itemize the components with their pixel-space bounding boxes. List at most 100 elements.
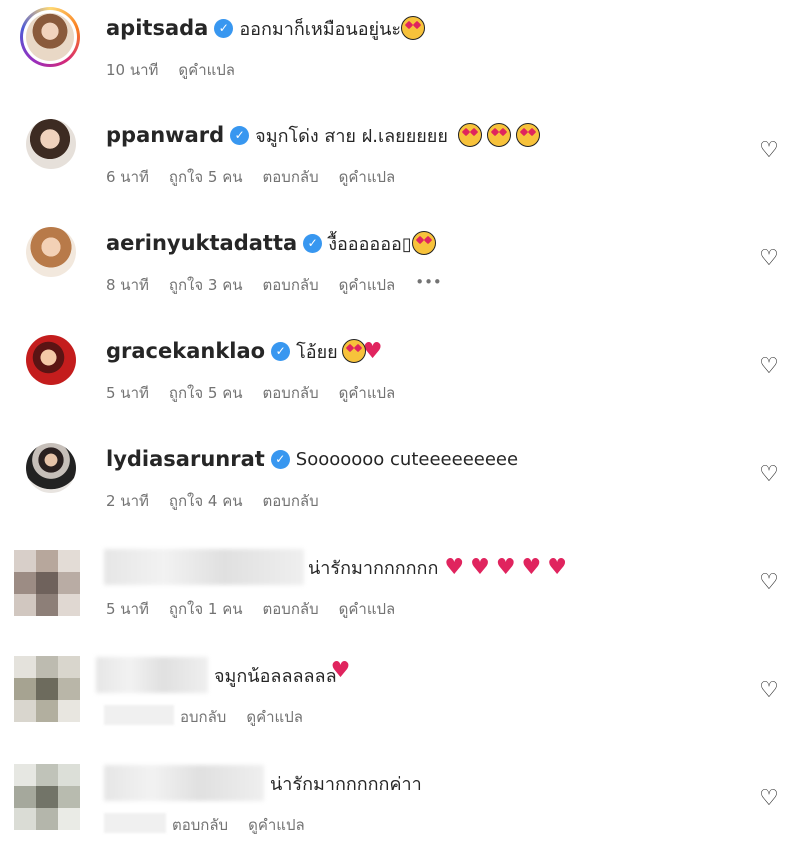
see-translation-link[interactable]: ดูคำแปล [339,165,396,189]
comment-item: apitsada ✓ ออกมาก็เหมือนอยู่นะ 10 นาที ด… [0,0,800,108]
comment-text: โอ้ยย [296,341,338,363]
avatar[interactable] [26,335,76,385]
reply-button[interactable]: ตอบกลับ [172,813,228,837]
see-translation-link[interactable]: ดูคำแปล [246,705,303,729]
verified-badge-icon: ✓ [270,449,290,469]
comment-meta: อบกลับ ดูคำแปล [180,705,303,729]
see-translation-link[interactable]: ดูคำแปล [339,381,396,405]
comment-item: น่ารักมากกกกกก ♥ ♥ ♥ ♥ ♥ 5 นาที ถูกใจ 1 … [0,539,800,647]
comment-item: gracekanklao ✓ โอ้ยย ♥ 5 นาที ถูกใจ 5 คน… [0,323,800,431]
comment-username[interactable]: lydiasarunrat [106,447,265,471]
blurred-username [104,765,264,801]
red-heart-emoji-icon: ♥ [470,554,490,580]
comment-item: ppanward ✓ จมูกโด่ง สาย ฝ.เลยยยยย 6 นาที… [0,107,800,215]
red-heart-emoji-icon: ♥ [495,554,516,580]
comment-time: 2 นาที [106,492,149,510]
red-heart-emoji-icon: ♥ [444,554,465,580]
heart-outline-icon[interactable]: ♡ [758,464,780,486]
heart-eyes-emoji-icon [341,339,366,363]
comment-username[interactable]: apitsada [106,16,208,40]
see-translation-link[interactable]: ดูคำแปล [339,273,396,297]
verified-badge-icon: ✓ [303,233,323,253]
reply-button[interactable]: ตอบกลับ [263,381,319,405]
comment-line: น่ารักมากกกกกค่าา [270,765,422,801]
blurred-meta [104,705,174,725]
avatar[interactable] [14,764,80,830]
comment-line: น่ารักมากกกกกก ♥ ♥ ♥ ♥ ♥ [308,549,573,585]
heart-outline-icon[interactable]: ♡ [758,356,780,378]
avatar[interactable] [26,119,76,169]
reply-button[interactable]: ตอบกลับ [263,489,319,513]
comment-meta: ตอบกลับ ดูคำแปล [172,813,305,837]
heart-eyes-emoji-icon [401,16,426,40]
heart-eyes-emoji-icon [515,123,540,147]
comment-item: aerinyuktadatta ✓ งื้ออออออ▯ 8 นาที ถูกใ… [0,215,800,323]
comment-meta: 5 นาที ถูกใจ 5 คน ตอบกลับ ดูคำแปล [106,381,395,405]
blurred-username [96,657,208,693]
red-heart-emoji-icon: ♥ [330,657,351,683]
comment-line: lydiasarunrat ✓ Sooooooo cuteeeeeeeee [106,441,518,477]
comment-username[interactable]: aerinyuktadatta [106,231,297,255]
reply-button[interactable]: ตอบกลับ [263,273,319,297]
comment-text: น่ารักมากกกกกก [308,557,439,579]
heart-outline-icon[interactable]: ♡ [758,572,780,594]
blurred-meta [104,813,166,833]
comment-time: 5 นาที [106,600,149,618]
likes-count-link[interactable]: ถูกใจ 5 คน [169,381,243,405]
comment-text: จมูกโด่ง สาย ฝ.เลยยยยย [255,125,448,147]
comment-item: จมูกน้อลลลลลล ♥ อบกลับ ดูคำแปล ♡ [0,647,800,755]
comment-username[interactable]: ppanward [106,123,224,147]
comment-time: 8 นาที [106,276,149,294]
comment-time: 10 นาที [106,61,159,79]
comment-text: งื้ออออออ▯ [328,233,412,255]
avatar[interactable] [20,7,80,67]
avatar[interactable] [14,656,80,722]
comment-text: ออกมาก็เหมือนอยู่นะ [239,18,402,40]
likes-count-link[interactable]: ถูกใจ 3 คน [169,273,243,297]
red-heart-emoji-icon: ♥ [521,554,542,580]
more-options-icon[interactable]: ••• [415,273,442,297]
likes-count-link[interactable]: ถูกใจ 4 คน [169,489,243,513]
heart-eyes-emoji-icon [486,123,511,147]
heart-outline-icon[interactable]: ♡ [758,140,780,162]
see-translation-link[interactable]: ดูคำแปล [248,813,305,837]
see-translation-link[interactable]: ดูคำแปล [339,597,396,621]
heart-eyes-emoji-icon [411,231,436,255]
likes-count-link[interactable]: ถูกใจ 5 คน [169,165,243,189]
reply-button[interactable]: อบกลับ [180,705,226,729]
comment-meta: 6 นาที ถูกใจ 5 คน ตอบกลับ ดูคำแปล [106,165,395,189]
comment-item: lydiasarunrat ✓ Sooooooo cuteeeeeeeee 2 … [0,431,800,539]
comment-meta: 2 นาที ถูกใจ 4 คน ตอบกลับ [106,489,319,513]
heart-outline-icon[interactable]: ♡ [758,680,780,702]
comment-text: จมูกน้อลลลลลล [214,665,337,687]
comment-line: ppanward ✓ จมูกโด่ง สาย ฝ.เลยยยยย [106,117,545,153]
comment-text: น่ารักมากกกกกค่าา [270,773,422,795]
verified-badge-icon: ✓ [230,125,250,145]
comment-time: 5 นาที [106,384,149,402]
comment-username[interactable]: gracekanklao [106,339,265,363]
avatar[interactable] [26,443,76,493]
verified-badge-icon: ✓ [214,18,234,38]
red-heart-emoji-icon: ♥ [547,554,568,580]
avatar[interactable] [14,550,80,616]
verified-badge-icon: ✓ [271,341,291,361]
comment-time: 6 นาที [106,168,149,186]
comment-meta: 5 นาที ถูกใจ 1 คน ตอบกลับ ดูคำแปล [106,597,395,621]
see-translation-link[interactable]: ดูคำแปล [178,58,235,82]
comment-line: gracekanklao ✓ โอ้ยย ♥ [106,333,388,369]
heart-eyes-emoji-icon [457,123,482,147]
heart-outline-icon[interactable]: ♡ [758,248,780,270]
comment-line: จมูกน้อลลลลลล ♥ [214,657,356,693]
comment-text: Sooooooo cuteeeeeeeee [295,448,519,470]
comment-item: น่ารักมากกกกกค่าา ตอบกลับ ดูคำแปล ♡ [0,755,800,863]
avatar[interactable] [26,227,76,277]
likes-count-link[interactable]: ถูกใจ 1 คน [169,597,243,621]
reply-button[interactable]: ตอบกลับ [263,597,319,621]
comment-line: apitsada ✓ ออกมาก็เหมือนอยู่นะ [106,10,430,46]
heart-outline-icon[interactable]: ♡ [758,788,780,810]
comment-line: aerinyuktadatta ✓ งื้ออออออ▯ [106,225,441,261]
blurred-username [104,549,304,585]
reply-button[interactable]: ตอบกลับ [263,165,319,189]
comment-meta: 8 นาที ถูกใจ 3 คน ตอบกลับ ดูคำแปล ••• [106,273,442,297]
comment-meta: 10 นาที ดูคำแปล [106,58,235,82]
